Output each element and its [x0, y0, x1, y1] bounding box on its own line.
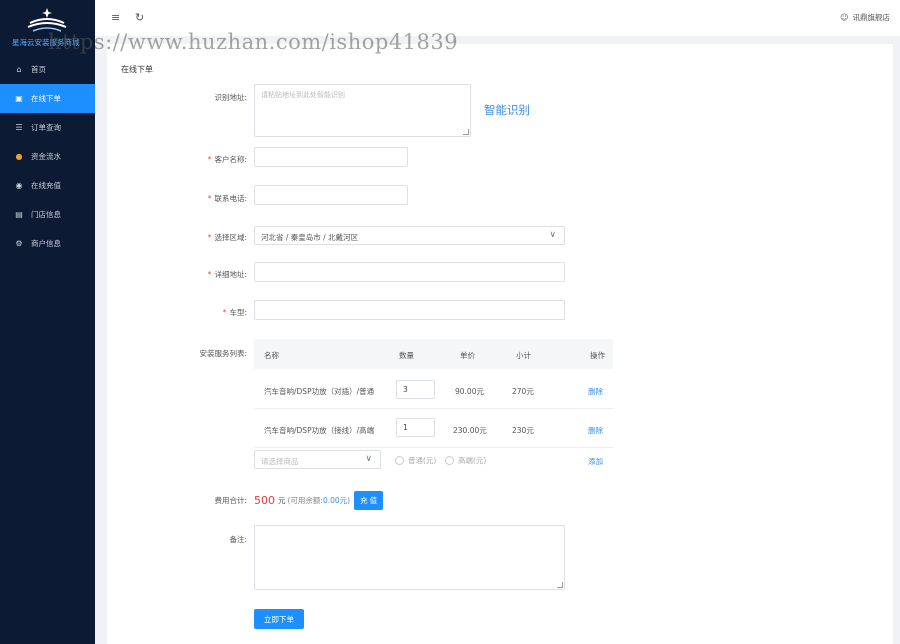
- car-model-input[interactable]: [254, 300, 565, 320]
- sidebar-item-label: 在线下单: [31, 94, 61, 103]
- total-section: 500 元 (可用余额: 0.00元 ) 充 值: [254, 491, 384, 510]
- address-label: * 详细地址:: [207, 270, 247, 279]
- sidebar-nav: ⌂ 首页 ▣ 在线下单 ☰ 订单查询 ● 资金流水 ◉ 在线充值 ▤ 门店信息 ⚙ 商户信息: [0, 55, 95, 258]
- user-name: 讯鼎旗舰店: [852, 13, 891, 22]
- logo-icon: [27, 8, 67, 32]
- top-header: ≡ ↻ ☺ 讯鼎旗舰店: [95, 0, 900, 36]
- service-name: 汽车音响/DSP功放（对插）/普通: [264, 387, 375, 396]
- sidebar-item-online-order[interactable]: ▣ 在线下单: [0, 84, 95, 113]
- sidebar-item-label: 资金流水: [31, 152, 61, 161]
- sidebar-item-order-query[interactable]: ☰ 订单查询: [0, 113, 95, 142]
- sidebar: 星海云安装服务商城 ⌂ 首页 ▣ 在线下单 ☰ 订单查询 ● 资金流水 ◉ 在线充值 ▤ 门…: [0, 0, 95, 644]
- home-icon: ⌂: [16, 65, 22, 74]
- total-label: 费用合计:: [214, 496, 247, 505]
- radio-normal-label: 普通(元): [408, 456, 437, 465]
- smart-recognize-button[interactable]: 智能识别: [484, 102, 530, 118]
- product-select[interactable]: 请选择商品 ∨: [254, 450, 381, 469]
- col-action: 操作: [590, 351, 605, 360]
- sidebar-item-store-info[interactable]: ▤ 门店信息: [0, 200, 95, 229]
- unit-price: 230.00元: [453, 426, 487, 435]
- user-icon: ☺: [840, 13, 849, 22]
- region-select[interactable]: 河北省 / 秦皇岛市 / 北戴河区 ∨: [254, 226, 565, 245]
- sidebar-item-label: 门店信息: [31, 210, 61, 219]
- remark-label: 备注:: [229, 535, 247, 544]
- balance-close: ): [347, 496, 351, 505]
- remark-textarea[interactable]: [254, 525, 565, 590]
- service-name: 汽车音响/DSP功放（接线）/高端: [264, 426, 375, 435]
- unit-price: 90.00元: [455, 387, 484, 396]
- store-icon: ▤: [15, 210, 23, 219]
- chevron-down-icon: ∨: [549, 230, 556, 240]
- chevron-down-icon: ∨: [365, 454, 372, 464]
- gear-icon: ⚙: [15, 239, 23, 248]
- customer-name-input[interactable]: [254, 147, 408, 167]
- sidebar-item-home[interactable]: ⌂ 首页: [0, 55, 95, 84]
- page-title: 在线下单: [121, 65, 153, 74]
- subtotal: 230元: [512, 426, 534, 435]
- logo: 星海云安装服务商城: [0, 0, 95, 52]
- balance-value: 0.00元: [322, 496, 348, 505]
- add-service-button[interactable]: 添加: [588, 456, 603, 467]
- radio-circle: [445, 456, 454, 465]
- refresh-icon[interactable]: ↻: [135, 11, 144, 24]
- services-table-header: 名称 数量 单价 小计 操作: [254, 339, 613, 369]
- logo-text: 星海云安装服务商城: [12, 38, 80, 47]
- col-name: 名称: [264, 351, 279, 360]
- customer-name-label: * 客户名称:: [207, 155, 247, 164]
- car-model-label: * 车型:: [222, 308, 247, 317]
- main-panel: 在线下单 识别地址: 请粘贴地址到此处智能识别 智能识别 * 客户名称: * 联系电…: [107, 44, 893, 644]
- region-label: * 选择区域:: [207, 233, 247, 242]
- delete-button[interactable]: 删除: [588, 386, 603, 397]
- region-value: 河北省 / 秦皇岛市 / 北戴河区: [261, 233, 359, 242]
- list-icon: ☰: [15, 123, 23, 132]
- phone-label: * 联系电话:: [207, 194, 247, 203]
- quantity-input[interactable]: 3: [396, 380, 435, 399]
- resize-handle[interactable]: [463, 129, 469, 135]
- menu-toggle-icon[interactable]: ≡: [111, 11, 120, 24]
- total-amount: 500: [254, 494, 275, 507]
- row-divider: [254, 408, 613, 409]
- submit-order-button[interactable]: 立即下单: [254, 609, 304, 629]
- money-bag-icon: ●: [15, 152, 23, 161]
- delete-button[interactable]: 删除: [588, 425, 603, 436]
- address-input[interactable]: [254, 262, 565, 282]
- recognize-label: 识别地址:: [214, 93, 247, 102]
- phone-input[interactable]: [254, 185, 408, 205]
- row-divider: [254, 447, 613, 448]
- recharge-button[interactable]: 充 值: [354, 491, 384, 510]
- sidebar-item-label: 订单查询: [31, 123, 61, 132]
- sidebar-item-fund-flow[interactable]: ● 资金流水: [0, 142, 95, 171]
- services-label: 安装服务列表:: [199, 349, 247, 358]
- subtotal: 270元: [512, 387, 534, 396]
- radio-high[interactable]: 高端(元): [445, 455, 486, 466]
- radio-normal[interactable]: 普通(元): [395, 455, 436, 466]
- resize-handle[interactable]: [557, 582, 563, 588]
- balance-label: (可用余额:: [287, 496, 323, 505]
- sidebar-item-label: 首页: [31, 65, 46, 74]
- quantity-input[interactable]: 1: [396, 418, 435, 437]
- total-currency: 元: [278, 496, 286, 505]
- col-qty: 数量: [399, 351, 414, 360]
- recognize-address-textarea[interactable]: 请粘贴地址到此处智能识别: [254, 84, 471, 137]
- col-subtotal: 小计: [516, 351, 531, 360]
- sidebar-item-label: 在线充值: [31, 181, 61, 190]
- product-select-placeholder: 请选择商品: [261, 457, 299, 466]
- radio-circle: [395, 456, 404, 465]
- user-menu[interactable]: ☺ 讯鼎旗舰店: [840, 12, 890, 23]
- col-price: 单价: [460, 351, 475, 360]
- radio-high-label: 高端(元): [458, 456, 487, 465]
- sidebar-item-recharge[interactable]: ◉ 在线充值: [0, 171, 95, 200]
- recognize-placeholder: 请粘贴地址到此处智能识别: [261, 91, 345, 99]
- order-icon: ▣: [15, 94, 23, 103]
- sidebar-item-label: 商户信息: [31, 239, 61, 248]
- sidebar-item-merchant-info[interactable]: ⚙ 商户信息: [0, 229, 95, 258]
- recharge-icon: ◉: [15, 181, 23, 190]
